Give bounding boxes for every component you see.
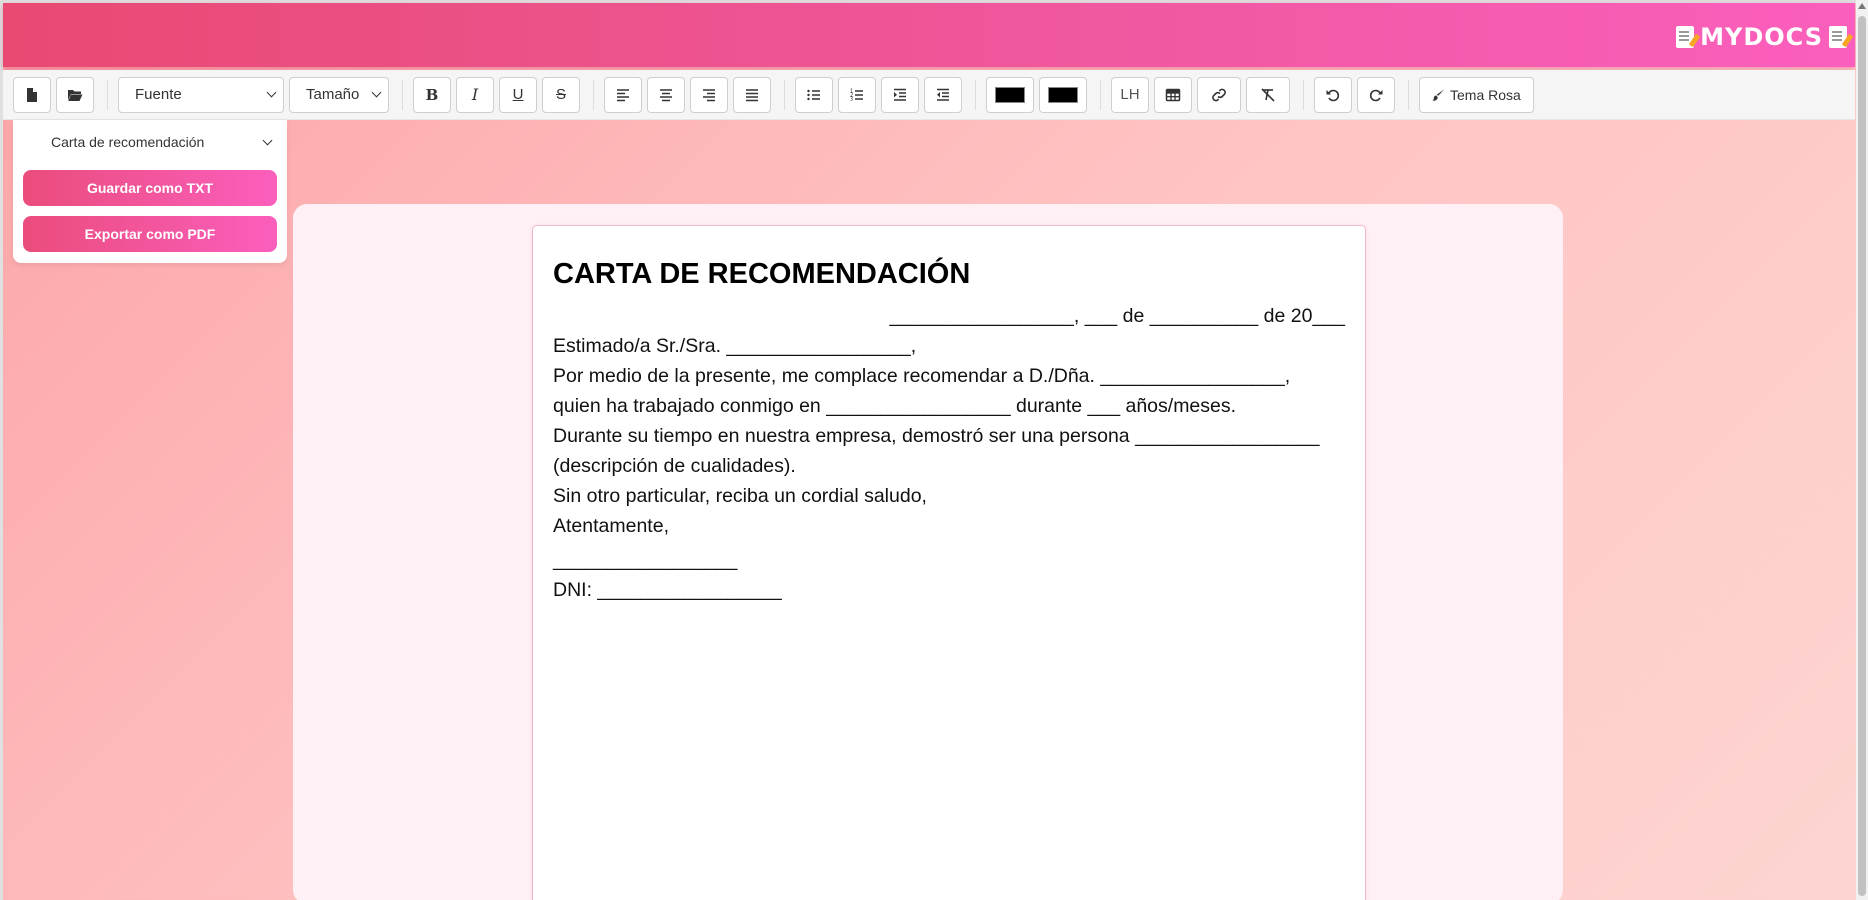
open-document-button[interactable] bbox=[56, 76, 94, 113]
template-select-value: Carta de recomendación bbox=[51, 134, 205, 150]
table-icon bbox=[1165, 88, 1181, 101]
save-txt-button[interactable]: Guardar como TXT bbox=[23, 170, 277, 206]
memo-icon bbox=[1676, 26, 1695, 48]
paintbrush-icon bbox=[1432, 88, 1445, 101]
file-icon bbox=[27, 87, 37, 102]
underline-icon: U bbox=[512, 86, 524, 103]
align-left-icon bbox=[617, 88, 629, 101]
toolbar-separator bbox=[975, 79, 976, 110]
clear-format-button[interactable] bbox=[1246, 76, 1290, 113]
list-ordered-icon: 123 bbox=[850, 88, 863, 102]
insert-link-button[interactable] bbox=[1197, 76, 1241, 113]
brand: MYDOCS bbox=[1676, 23, 1847, 51]
size-select-value: Tamaño bbox=[306, 86, 360, 103]
toolbar-separator bbox=[1303, 79, 1304, 110]
clear-format-icon bbox=[1261, 87, 1275, 102]
align-right-button[interactable] bbox=[690, 76, 728, 113]
chevron-down-icon bbox=[266, 87, 277, 98]
svg-text:3: 3 bbox=[850, 96, 853, 102]
indent-button[interactable] bbox=[881, 76, 919, 113]
link-icon bbox=[1212, 88, 1226, 101]
align-center-icon bbox=[660, 88, 672, 101]
line-height-label: LH bbox=[1120, 86, 1140, 103]
toolbar-separator bbox=[784, 79, 785, 110]
size-select[interactable]: Tamaño bbox=[289, 76, 389, 113]
bold-button[interactable]: B bbox=[413, 76, 451, 113]
document-line: quien ha trabajado conmigo en __________… bbox=[553, 395, 1237, 417]
bullet-list-button[interactable] bbox=[795, 76, 833, 113]
side-panel: Carta de recomendación Guardar como TXT … bbox=[13, 120, 287, 263]
folder-open-icon bbox=[68, 89, 83, 101]
undo-icon bbox=[1326, 89, 1340, 101]
text-color-swatch bbox=[995, 86, 1025, 103]
toolbar-separator bbox=[1408, 79, 1409, 110]
document-line: Por medio de la presente, me complace re… bbox=[553, 365, 1291, 387]
font-select[interactable]: Fuente bbox=[118, 76, 284, 113]
vertical-scrollbar[interactable] bbox=[1856, 0, 1868, 900]
highlight-color-picker[interactable] bbox=[1039, 76, 1087, 113]
chevron-down-icon bbox=[262, 135, 273, 145]
new-document-button[interactable] bbox=[13, 76, 51, 113]
document-page[interactable]: CARTA DE RECOMENDACIÓN _________________… bbox=[532, 225, 1366, 900]
align-right-icon bbox=[703, 88, 715, 101]
highlight-color-swatch bbox=[1048, 86, 1078, 103]
line-height-button[interactable]: LH bbox=[1111, 76, 1149, 113]
undo-button[interactable] bbox=[1314, 76, 1352, 113]
redo-button[interactable] bbox=[1357, 76, 1395, 113]
chevron-down-icon bbox=[371, 87, 382, 98]
brand-name: MYDOCS bbox=[1700, 23, 1823, 51]
memo-icon bbox=[1829, 26, 1847, 48]
document-line: Atentamente, bbox=[553, 515, 669, 537]
strikethrough-icon: S bbox=[555, 86, 566, 103]
outdent-icon bbox=[937, 88, 949, 101]
theme-button[interactable]: Tema Rosa bbox=[1419, 76, 1534, 113]
align-left-button[interactable] bbox=[604, 76, 642, 113]
toolbar-separator bbox=[1100, 79, 1101, 110]
toolbar-separator bbox=[107, 79, 108, 110]
template-select[interactable]: Carta de recomendación bbox=[23, 124, 277, 160]
font-select-value: Fuente bbox=[135, 86, 182, 103]
date-line: _________________, ___ de __________ de … bbox=[889, 305, 1345, 327]
dni-line: DNI: _________________ bbox=[553, 579, 782, 601]
signature-line: _________________ bbox=[553, 549, 738, 571]
insert-table-button[interactable] bbox=[1154, 76, 1192, 113]
align-center-button[interactable] bbox=[647, 76, 685, 113]
italic-button[interactable]: I bbox=[456, 76, 494, 113]
toolbar-separator bbox=[402, 79, 403, 110]
indent-icon bbox=[894, 88, 906, 101]
list-bullet-icon bbox=[807, 89, 820, 100]
export-pdf-button[interactable]: Exportar como PDF bbox=[23, 216, 277, 252]
outdent-button[interactable] bbox=[924, 76, 962, 113]
bold-icon: B bbox=[425, 85, 439, 104]
theme-label: Tema Rosa bbox=[1450, 86, 1521, 103]
text-color-picker[interactable] bbox=[986, 76, 1034, 113]
document-line: Durante su tiempo en nuestra empresa, de… bbox=[553, 425, 1320, 447]
app-header: MYDOCS bbox=[3, 3, 1855, 67]
document-line: (descripción de cualidades). bbox=[553, 455, 796, 477]
ordered-list-button[interactable]: 123 bbox=[838, 76, 876, 113]
scroll-up-arrow-icon[interactable] bbox=[1858, 3, 1866, 9]
document-title: CARTA DE RECOMENDACIÓN bbox=[553, 258, 971, 290]
toolbar-separator bbox=[593, 79, 594, 110]
align-justify-icon bbox=[746, 88, 758, 101]
redo-icon bbox=[1369, 89, 1383, 101]
document-line: Estimado/a Sr./Sra. _________________, bbox=[553, 335, 917, 357]
document-line: Sin otro particular, reciba un cordial s… bbox=[553, 485, 927, 507]
italic-icon: I bbox=[471, 85, 479, 104]
scrollbar-thumb[interactable] bbox=[1858, 16, 1866, 896]
editor-toolbar: Fuente Tamaño B I U S 123 LH Tema Rosa bbox=[3, 70, 1855, 120]
underline-button[interactable]: U bbox=[499, 76, 537, 113]
strikethrough-button[interactable]: S bbox=[542, 76, 580, 113]
align-justify-button[interactable] bbox=[733, 76, 771, 113]
